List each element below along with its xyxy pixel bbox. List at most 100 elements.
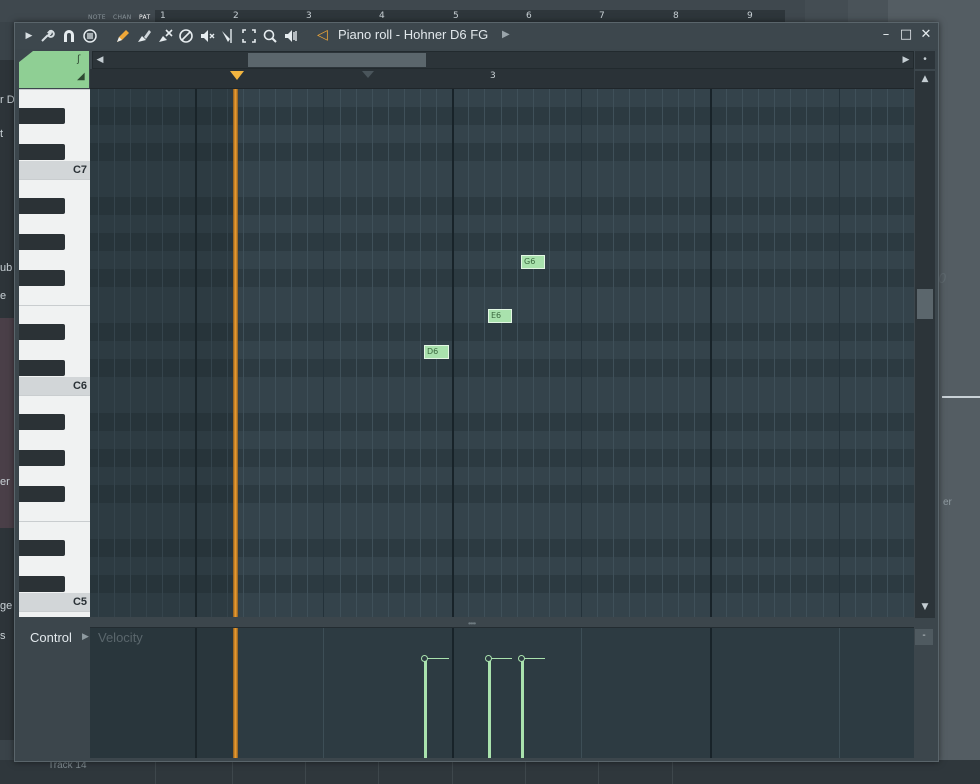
velocity-label: Velocity xyxy=(98,630,143,645)
note-block[interactable]: E6 xyxy=(488,309,512,323)
grid-options-button[interactable]: • xyxy=(915,51,935,69)
playback-icon[interactable] xyxy=(283,28,299,44)
scroll-up-arrow-icon[interactable]: ▲ xyxy=(915,71,935,87)
velocity-bar-cap xyxy=(523,658,545,659)
note-block[interactable]: D6 xyxy=(424,345,449,359)
black-key[interactable] xyxy=(19,450,65,466)
grid-line xyxy=(806,89,808,617)
grid-line xyxy=(758,89,760,617)
grid-line xyxy=(581,89,582,617)
bg-left-text: s xyxy=(0,630,6,642)
bg-ruler-number: 8 xyxy=(673,11,679,21)
velocity-bar[interactable] xyxy=(521,658,524,758)
white-key-divider xyxy=(19,395,90,396)
brush-icon[interactable] xyxy=(136,28,152,44)
control-dropdown-arrow-icon[interactable]: ▶ xyxy=(82,632,89,642)
wrench-icon[interactable] xyxy=(39,28,55,44)
horizontal-scroll-thumb[interactable] xyxy=(248,53,426,67)
black-key[interactable] xyxy=(19,108,65,124)
time-ruler[interactable]: 3 xyxy=(90,69,914,89)
background-channel-block xyxy=(0,318,14,528)
delete-icon[interactable] xyxy=(157,28,173,44)
black-key[interactable] xyxy=(19,270,65,286)
bg-divider xyxy=(305,762,306,784)
mute-circle-icon[interactable] xyxy=(178,28,194,44)
select-icon[interactable] xyxy=(241,28,257,44)
velocity-bar[interactable] xyxy=(488,658,491,758)
scroll-right-arrow-icon[interactable]: ▶ xyxy=(899,52,913,68)
black-key[interactable] xyxy=(19,198,65,214)
zoom-icon[interactable] xyxy=(262,28,278,44)
c-key-label[interactable]: C7 xyxy=(19,161,90,179)
black-key[interactable] xyxy=(19,324,65,340)
pencil-icon[interactable] xyxy=(115,28,131,44)
stamp-icon[interactable] xyxy=(82,28,98,44)
c-key-label[interactable]: C5 xyxy=(19,593,90,611)
magnet-icon[interactable] xyxy=(61,28,77,44)
black-key[interactable] xyxy=(19,234,65,250)
vertical-scroll-thumb[interactable] xyxy=(917,289,933,319)
grid-line xyxy=(468,89,470,617)
bg-left-text: er xyxy=(0,476,10,488)
background-playlist-bottom xyxy=(0,760,980,784)
white-key-divider xyxy=(19,89,90,90)
scroll-down-arrow-icon[interactable]: ▼ xyxy=(915,599,935,615)
black-key[interactable] xyxy=(19,144,65,160)
note-block[interactable]: G6 xyxy=(521,255,545,269)
menu-arrow-icon[interactable]: ▶ xyxy=(21,28,37,44)
black-key[interactable] xyxy=(19,486,65,502)
loop-marker-icon[interactable] xyxy=(362,71,374,78)
velocity-options-button[interactable]: - xyxy=(915,629,933,645)
snap-tool-tab[interactable]: ʃ ◢ xyxy=(19,51,89,88)
grid-line xyxy=(903,89,904,617)
velocity-handle[interactable] xyxy=(518,655,525,662)
control-label[interactable]: Control xyxy=(30,630,72,645)
playhead-marker-icon[interactable] xyxy=(230,71,244,80)
white-key-divider xyxy=(19,179,90,180)
scroll-left-arrow-icon[interactable]: ◀ xyxy=(93,52,107,68)
black-key[interactable] xyxy=(19,576,65,592)
grid-line xyxy=(677,89,679,617)
bg-ruler-number: 4 xyxy=(379,11,385,21)
title-dropdown-arrow-icon[interactable]: ▶ xyxy=(502,29,510,40)
c-key-label[interactable]: C6 xyxy=(19,377,90,395)
bg-divider xyxy=(525,762,526,784)
maximize-button[interactable]: □ xyxy=(898,27,914,43)
bar-line xyxy=(709,89,712,617)
vertical-scrollbar[interactable]: ▲ ▼ xyxy=(915,71,935,619)
grid-line xyxy=(790,89,792,617)
black-key[interactable] xyxy=(19,414,65,430)
octave-label: C7 xyxy=(72,164,87,176)
grid-line xyxy=(516,89,518,617)
velocity-grid-line xyxy=(709,628,712,758)
close-button[interactable]: ✕ xyxy=(918,27,934,43)
velocity-bar[interactable] xyxy=(424,658,427,758)
grid-line xyxy=(259,89,260,617)
bg-tab-note[interactable]: NOTE xyxy=(88,14,106,21)
note-grid[interactable]: G6 E6 D6 xyxy=(90,89,914,617)
black-key[interactable] xyxy=(19,540,65,556)
bg-left-text: e xyxy=(0,290,7,302)
title-bar[interactable]: ▶ ◁ Piano roll - Hohner D6 FG ▶ – □ ✕ xyxy=(15,23,938,49)
minimize-button[interactable]: – xyxy=(878,27,894,43)
black-key[interactable] xyxy=(19,360,65,376)
bg-tab-pat[interactable]: PAT xyxy=(139,14,150,21)
mute-speaker-icon[interactable] xyxy=(199,28,215,44)
velocity-bar-cap xyxy=(490,658,512,659)
grid-line xyxy=(564,89,566,617)
bg-tab-chan[interactable]: CHAN xyxy=(113,14,132,21)
grid-line xyxy=(725,89,727,617)
speaker-icon[interactable]: ◁ xyxy=(317,27,328,43)
slice-icon[interactable] xyxy=(220,28,236,44)
velocity-handle[interactable] xyxy=(485,655,492,662)
grid-line xyxy=(323,89,325,617)
panel-splitter[interactable]: •••• xyxy=(15,618,938,628)
bg-left-text: ge xyxy=(0,600,13,612)
velocity-panel[interactable] xyxy=(90,627,914,758)
velocity-handle[interactable] xyxy=(421,655,428,662)
grid-line xyxy=(500,89,502,617)
bg-ruler-number: 9 xyxy=(747,11,753,21)
horizontal-scrollbar[interactable]: ◀ ▶ xyxy=(92,51,914,69)
piano-keyboard[interactable]: C7 C6 C5 xyxy=(19,89,90,617)
velocity-bar-cap xyxy=(426,658,449,659)
